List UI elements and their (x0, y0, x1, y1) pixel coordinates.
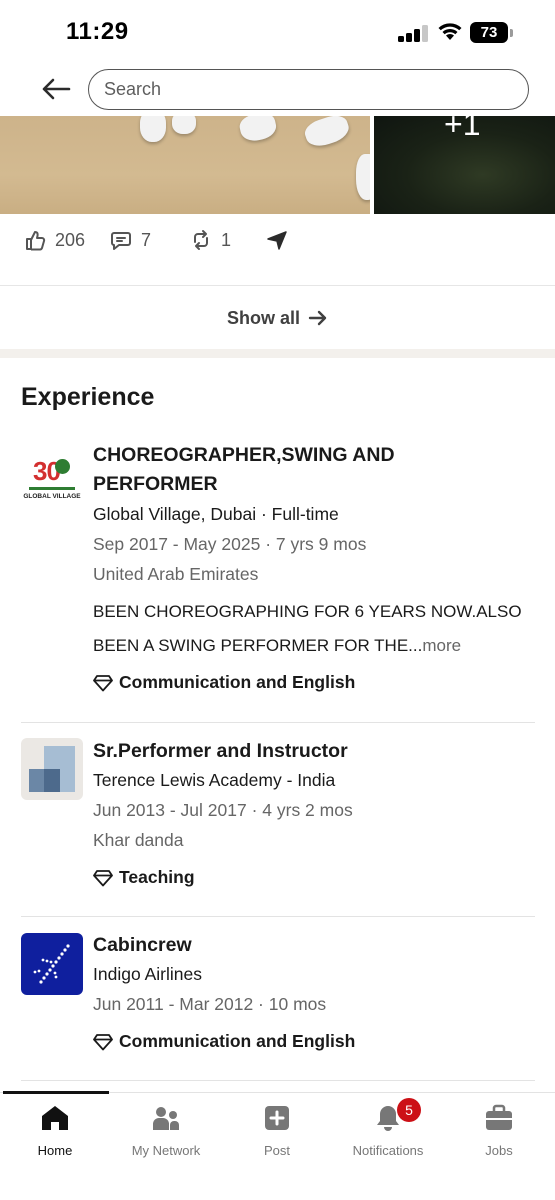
home-icon (42, 1106, 68, 1130)
tab-home[interactable]: Home (0, 1103, 110, 1163)
section-divider (0, 349, 555, 358)
cellular-signal-icon (398, 24, 430, 42)
diamond-skill-icon (93, 674, 113, 691)
post-icon (265, 1106, 289, 1130)
tab-jobs[interactable]: Jobs (444, 1103, 554, 1163)
arrow-left-icon (42, 78, 71, 100)
arrow-right-icon (308, 310, 327, 326)
send-button[interactable] (266, 228, 297, 252)
reposts-value: 1 (221, 229, 232, 250)
terence-lewis-logo (21, 738, 83, 800)
battery-icon: 73 (470, 22, 508, 43)
bottom-nav: Home My Network Post Notifications Jobs … (0, 1091, 555, 1200)
more-images-count: +1 (444, 106, 481, 142)
comments-value: 7 (141, 229, 152, 250)
skill-tag[interactable]: Communication and English (93, 672, 355, 693)
back-button[interactable] (38, 74, 74, 104)
send-icon (267, 231, 287, 250)
location: Khar danda (93, 830, 184, 850)
comment-icon (111, 232, 131, 250)
description: BEEN CHOREOGRAPHING FOR 6 YEARS NOW.ALSO… (93, 602, 522, 655)
date-range: Jun 2013 - Jul 2017 · 4 yrs 2 mos (93, 800, 353, 820)
indigo-plane-icon (33, 944, 70, 984)
comments-count[interactable]: 7 (110, 228, 151, 252)
item-separator (21, 1080, 535, 1081)
see-more-link[interactable]: more (422, 636, 461, 655)
network-icon (153, 1107, 179, 1130)
indigo-airlines-logo (21, 933, 83, 995)
reactions-count[interactable]: 206 (24, 228, 85, 252)
job-title: Cabincrew (93, 934, 192, 956)
date-range: Sep 2017 - May 2025 · 7 yrs 9 mos (93, 534, 367, 554)
show-all-label: Show all (226, 307, 300, 328)
tab-post[interactable]: Post (222, 1103, 332, 1163)
tab-my-network[interactable]: My Network (111, 1103, 221, 1163)
battery-nub (510, 29, 513, 37)
experience-heading: Experience (21, 383, 155, 411)
status-time: 11:29 (66, 18, 129, 45)
experience-item-global-village[interactable]: 30 GLOBAL VILLAGE CHOREOGRAPHER,SWING AN… (0, 440, 555, 722)
job-title: CHOREOGRAPHER,SWING AND PERFORMER (93, 444, 395, 495)
company-line: Global Village, Dubai · Full-time (93, 504, 339, 524)
diamond-skill-icon (93, 869, 113, 886)
tab-notifications[interactable]: Notifications (333, 1103, 443, 1163)
reactions-value: 206 (55, 229, 86, 250)
repost-icon (194, 230, 208, 250)
item-separator (21, 916, 535, 917)
reposts-count[interactable]: 1 (190, 228, 231, 252)
skill-tag[interactable]: Communication and English (93, 1031, 355, 1052)
item-separator (21, 722, 535, 723)
thumbs-up-icon (26, 231, 46, 251)
company-line: Indigo Airlines (93, 964, 202, 984)
experience-item-terence-lewis[interactable]: Sr.Performer and Instructor Terence Lewi… (0, 736, 555, 916)
show-all-button[interactable]: Show all (0, 287, 555, 349)
notification-badge: 5 (397, 1098, 421, 1122)
skill-tag[interactable]: Teaching (93, 867, 195, 888)
location: United Arab Emirates (93, 564, 259, 584)
experience-item-indigo[interactable]: Cabincrew Indigo Airlines Jun 2011 - Mar… (0, 930, 555, 1080)
diamond-skill-icon (93, 1033, 113, 1050)
social-actions: 206 7 1 (0, 214, 555, 286)
wifi-icon (438, 23, 462, 40)
briefcase-icon (486, 1104, 512, 1130)
status-bar: 11:29 73 (0, 0, 555, 64)
search-input[interactable] (88, 69, 529, 110)
job-title: Sr.Performer and Instructor (93, 740, 348, 762)
date-range: Jun 2011 - Mar 2012 · 10 mos (93, 994, 327, 1014)
company-line: Terence Lewis Academy - India (93, 770, 336, 790)
post-image-left[interactable] (0, 116, 370, 214)
global-village-logo: 30 GLOBAL VILLAGE (21, 450, 83, 512)
active-tab-indicator (3, 1091, 109, 1094)
